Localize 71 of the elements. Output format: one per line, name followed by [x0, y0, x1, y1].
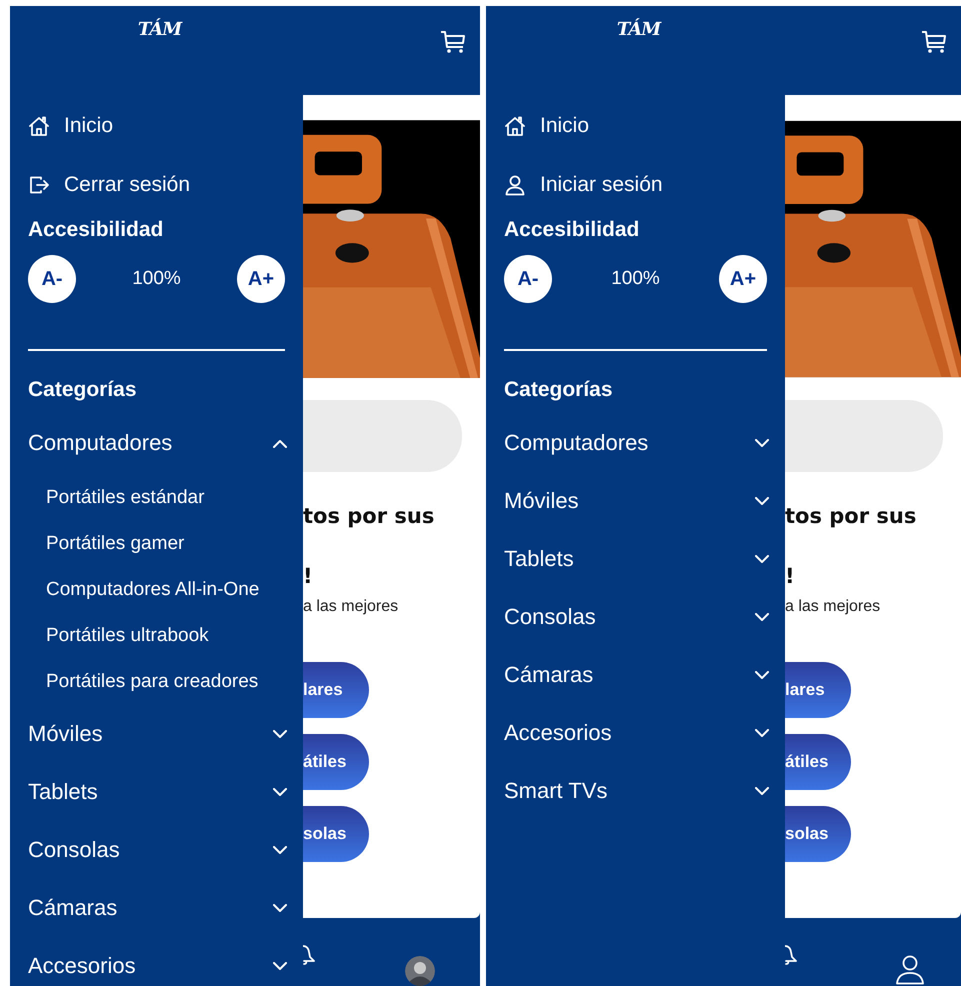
decrease-font-button[interactable]: A-: [504, 255, 552, 303]
menu-item[interactable]: Iniciar sesión: [504, 155, 773, 214]
chevron-down-icon: [273, 962, 287, 970]
chevron-up-icon: [273, 438, 287, 448]
logo[interactable]: TÁM: [138, 18, 182, 42]
cart-icon[interactable]: [921, 30, 947, 54]
font-size-value: 100%: [611, 268, 660, 290]
chevron-down-icon: [273, 904, 287, 912]
heading-text: tos por sus: [785, 503, 918, 530]
category-button[interactable]: átiles: [303, 734, 369, 790]
heading-text: !: [303, 563, 314, 590]
subcategory-item[interactable]: Portátiles para creadores: [28, 659, 291, 705]
category-item[interactable]: Consolas: [28, 821, 291, 879]
menu-item[interactable]: Inicio: [504, 96, 773, 155]
avatar[interactable]: [405, 956, 435, 986]
bell-icon[interactable]: [785, 942, 797, 966]
description-text: a las mejores: [303, 597, 400, 617]
logo[interactable]: TÁM: [616, 18, 660, 42]
subcategory-item[interactable]: Portátiles estándar: [28, 475, 291, 521]
font-size-value: 100%: [132, 268, 181, 290]
category-item[interactable]: Móviles: [28, 705, 291, 763]
section-title: Accesibilidad: [504, 217, 640, 243]
increase-font-button[interactable]: A+: [236, 255, 285, 303]
chevron-down-icon: [755, 786, 769, 796]
heading-text: tos por sus: [303, 503, 436, 530]
person-icon[interactable]: [895, 955, 925, 985]
chevron-down-icon: [755, 496, 769, 506]
category-item[interactable]: Computadores: [504, 414, 773, 472]
section-title: Accesibilidad: [28, 217, 164, 243]
section-title: Categorías: [28, 377, 138, 403]
category-item[interactable]: Cámaras: [504, 646, 773, 704]
category-button[interactable]: átiles: [785, 734, 851, 790]
chevron-down-icon: [755, 612, 769, 622]
home-icon: [504, 114, 526, 136]
category-button[interactable]: solas: [303, 806, 369, 862]
category-item[interactable]: Accesorios: [28, 937, 291, 986]
cart-icon[interactable]: [440, 30, 466, 54]
menu-item[interactable]: Inicio: [28, 96, 291, 155]
category-item[interactable]: Accesorios: [504, 704, 773, 762]
chevron-down-icon: [755, 728, 769, 738]
menu-item[interactable]: Cerrar sesión: [28, 155, 291, 214]
heading-text: !: [785, 563, 796, 590]
chevron-down-icon: [755, 438, 769, 448]
home-icon: [28, 114, 50, 136]
category-button[interactable]: lares: [785, 662, 851, 718]
category-item[interactable]: Tablets: [28, 763, 291, 821]
chevron-down-icon: [273, 846, 287, 854]
search-field[interactable]: [303, 400, 462, 472]
category-button[interactable]: lares: [303, 662, 369, 718]
category-item[interactable]: Cámaras: [28, 879, 291, 937]
category-item[interactable]: Computadores: [28, 414, 291, 472]
chevron-down-icon: [755, 670, 769, 680]
chevron-down-icon: [273, 788, 287, 796]
logout-icon: [28, 174, 50, 196]
category-item[interactable]: Móviles: [504, 472, 773, 530]
category-item[interactable]: Tablets: [504, 530, 773, 588]
search-field[interactable]: [785, 400, 943, 472]
subcategory-item[interactable]: Portátiles ultrabook: [28, 613, 291, 659]
subcategory-item[interactable]: Portátiles gamer: [28, 521, 291, 567]
description-text: a las mejores: [785, 597, 882, 617]
person-icon: [504, 174, 526, 196]
section-title: Categorías: [504, 377, 614, 403]
subcategory-item[interactable]: Computadores All-in-One: [28, 567, 291, 613]
increase-font-button[interactable]: A+: [718, 255, 767, 303]
chevron-down-icon: [755, 554, 769, 564]
category-item[interactable]: Consolas: [504, 588, 773, 646]
category-button[interactable]: solas: [785, 806, 851, 862]
category-item[interactable]: Smart TVs: [504, 762, 773, 820]
decrease-font-button[interactable]: A-: [28, 255, 76, 303]
chevron-down-icon: [273, 730, 287, 738]
bell-icon[interactable]: [303, 942, 315, 966]
